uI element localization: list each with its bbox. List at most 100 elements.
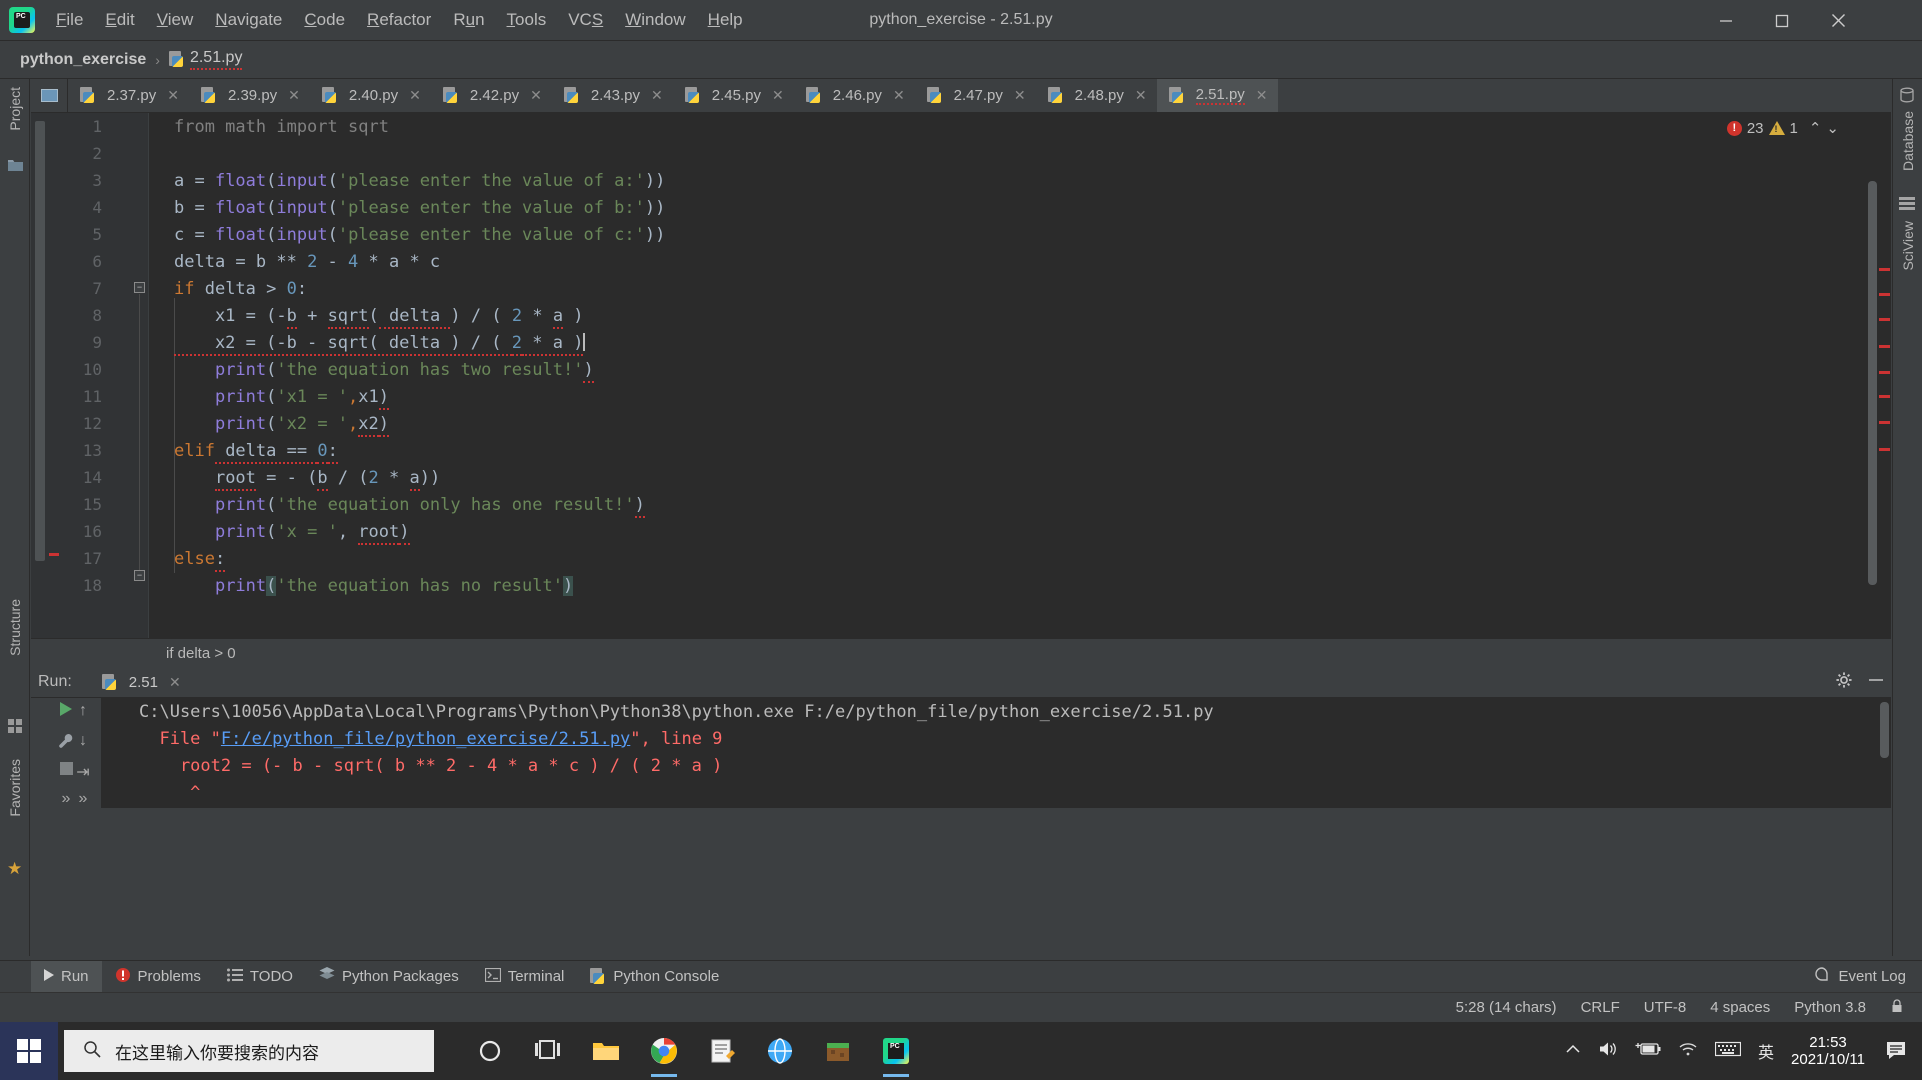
minecraft-icon[interactable] (814, 1025, 862, 1077)
minimize-button[interactable] (1698, 0, 1754, 41)
file-encoding[interactable]: UTF-8 (1644, 999, 1687, 1016)
event-log-button[interactable]: Event Log (1814, 966, 1906, 987)
scroll-up-icon[interactable]: ↑ (65, 702, 101, 720)
sidebar-item-database[interactable]: Database (1893, 111, 1922, 171)
database-table-icon[interactable] (1899, 87, 1915, 108)
editor-tab-3[interactable]: 2.42.py ✕ (431, 79, 552, 112)
code-text[interactable]: from math import sqrt a = float(input('p… (149, 113, 1891, 638)
menu-refactor[interactable]: Refactor (356, 7, 442, 33)
close-icon[interactable]: ✕ (772, 87, 784, 104)
python-interpreter[interactable]: Python 3.8 (1794, 999, 1866, 1016)
bottom-tab-terminal[interactable]: Terminal (472, 961, 578, 993)
close-icon[interactable]: ✕ (1014, 87, 1026, 104)
editor-tab-4[interactable]: 2.43.py ✕ (552, 79, 673, 112)
close-button[interactable] (1810, 0, 1866, 41)
expand-more-icon-2[interactable]: » (65, 790, 101, 808)
code-editor[interactable]: 1 2 3 4 5 6 7 8 9 10 11 12 13 14 15 16 1… (31, 113, 1891, 638)
previous-problem-icon[interactable]: ⌃ (1809, 119, 1822, 137)
close-icon[interactable]: ✕ (288, 87, 300, 104)
chrome-icon[interactable] (640, 1025, 688, 1077)
code-breadcrumb-bar[interactable]: if delta > 0 (31, 638, 1891, 667)
error-marker[interactable] (1879, 345, 1890, 348)
taskbar-search-input[interactable]: 在这里输入你要搜索的内容 (64, 1030, 434, 1072)
close-icon[interactable]: ✕ (169, 674, 181, 691)
editor-scrollbar-thumb[interactable] (1868, 181, 1877, 585)
notepad-icon[interactable] (698, 1025, 746, 1077)
scroll-down-icon[interactable]: ↓ (65, 732, 101, 750)
line-separator[interactable]: CRLF (1581, 999, 1620, 1016)
soft-wrap-icon[interactable]: ⇥ (65, 762, 101, 782)
fold-collapse-icon[interactable]: − (134, 282, 145, 293)
sciview-icon[interactable] (1899, 197, 1915, 216)
menu-vcs[interactable]: VCS (557, 7, 614, 33)
wifi-icon[interactable] (1678, 1041, 1698, 1062)
cortana-icon[interactable] (466, 1025, 514, 1077)
close-icon[interactable]: ✕ (1256, 87, 1268, 104)
editor-tab-9-active[interactable]: 2.51.py ✕ (1156, 79, 1278, 112)
close-icon[interactable]: ✕ (409, 87, 421, 104)
status-bar[interactable]: 5:28 (14 chars) CRLF UTF-8 4 spaces Pyth… (0, 992, 1922, 1022)
ime-indicator[interactable]: 英 (1758, 1039, 1774, 1063)
keyboard-icon[interactable] (1714, 1041, 1742, 1062)
sidebar-item-sciview[interactable]: SciView (1893, 221, 1922, 271)
taskbar-app-icons[interactable]: PC (466, 1025, 920, 1077)
menu-run[interactable]: Run (442, 7, 495, 33)
sidebar-item-project[interactable]: Project (0, 87, 30, 131)
run-window-controls[interactable] (1835, 671, 1885, 694)
breadcrumb-project[interactable]: python_exercise (20, 51, 146, 69)
bottom-tab-problems[interactable]: Problems (102, 961, 214, 993)
menu-navigate[interactable]: Navigate (204, 7, 293, 33)
caret-position[interactable]: 5:28 (14 chars) (1456, 999, 1557, 1016)
show-hidden-icons[interactable] (1565, 1042, 1581, 1060)
volume-icon[interactable] (1598, 1040, 1618, 1063)
lock-icon[interactable] (1890, 998, 1904, 1017)
bottom-tab-python-console[interactable]: Python Console (577, 961, 732, 993)
editor-tab-6[interactable]: 2.46.py ✕ (794, 79, 915, 112)
editor-tab-bar[interactable]: 2.37.py ✕ 2.39.py ✕ 2.40.py ✕ 2.42.py ✕ … (31, 79, 1891, 113)
sidebar-item-structure[interactable]: Structure (0, 599, 30, 656)
error-marker-lane[interactable] (1877, 113, 1891, 638)
close-icon[interactable]: ✕ (167, 87, 179, 104)
notification-center-icon[interactable] (1882, 1025, 1912, 1077)
menu-code[interactable]: Code (293, 7, 356, 33)
close-icon[interactable]: ✕ (651, 87, 663, 104)
run-console-sidebar[interactable]: ↑ ↓ ⇥ » » (31, 698, 101, 808)
menu-file[interactable]: File (45, 7, 94, 33)
error-marker[interactable] (1879, 268, 1890, 271)
star-icon[interactable]: ★ (7, 859, 22, 879)
vertical-scroll-marker[interactable] (35, 121, 45, 561)
error-marker[interactable] (1879, 395, 1890, 398)
project-files-icon[interactable] (7, 157, 24, 177)
hide-window-icon[interactable] (1867, 671, 1885, 694)
bottom-tab-todo[interactable]: TODO (214, 961, 306, 993)
menu-help[interactable]: Help (697, 7, 754, 33)
error-marker[interactable] (1879, 293, 1890, 296)
editor-tab-2[interactable]: 2.40.py ✕ (310, 79, 431, 112)
console-output[interactable]: C:\Users\10056\AppData\Local\Programs\Py… (103, 698, 1891, 808)
close-icon[interactable]: ✕ (530, 87, 542, 104)
start-button[interactable] (0, 1022, 58, 1080)
error-marker[interactable] (1879, 318, 1890, 321)
editor-tab-1[interactable]: 2.39.py ✕ (189, 79, 310, 112)
run-console-panel[interactable]: ↑ ↓ ⇥ » » C:\Users\10056\AppData\Local\P… (31, 698, 1891, 808)
inspection-widget[interactable]: ! 23 ! 1 ⌃ ⌄ (1726, 119, 1839, 137)
error-marker[interactable] (1879, 371, 1890, 374)
editor-tab-5[interactable]: 2.45.py ✕ (673, 79, 794, 112)
maximize-button[interactable] (1754, 0, 1810, 41)
menu-bar[interactable]: File Edit View Navigate Code Refactor Ru… (45, 7, 754, 33)
bottom-tool-bar[interactable]: Run Problems TODO Python Packages Termin… (0, 960, 1922, 993)
menu-tools[interactable]: Tools (496, 7, 558, 33)
sidebar-item-favorites[interactable]: Favorites (0, 759, 30, 817)
indent-setting[interactable]: 4 spaces (1710, 999, 1770, 1016)
next-problem-icon[interactable]: ⌄ (1826, 119, 1839, 137)
breadcrumb-file[interactable]: 2.51.py (168, 49, 243, 70)
grid-icon[interactable] (8, 719, 22, 738)
menu-window[interactable]: Window (614, 7, 696, 33)
system-tray[interactable]: 英 21:53 2021/10/11 (1565, 1025, 1922, 1077)
menu-view[interactable]: View (146, 7, 205, 33)
error-marker[interactable] (1879, 421, 1890, 424)
bottom-tab-python-packages[interactable]: Python Packages (306, 961, 472, 993)
editor-gutter[interactable]: 1 2 3 4 5 6 7 8 9 10 11 12 13 14 15 16 1… (49, 113, 149, 638)
bottom-tab-run[interactable]: Run (31, 960, 102, 993)
battery-charging-icon[interactable] (1635, 1041, 1661, 1062)
